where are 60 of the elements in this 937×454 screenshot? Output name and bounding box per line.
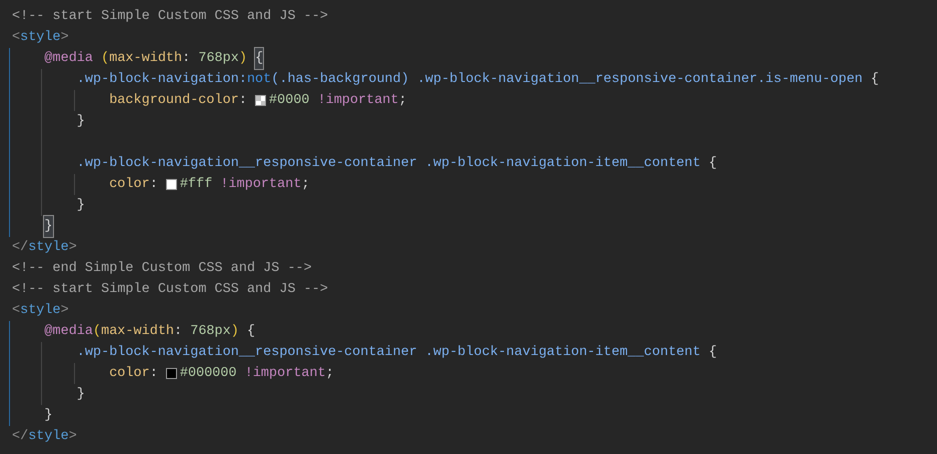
tag-bracket: < — [12, 29, 20, 47]
tag-bracket: > — [60, 302, 69, 320]
css-selector: .wp-block-navigation: — [76, 71, 247, 89]
css-property: max-width — [109, 50, 182, 68]
html-comment: <!-- start Simple Custom CSS and JS --> — [12, 281, 328, 299]
tag-bracket: < — [12, 302, 20, 320]
code-punctuation: : — [150, 176, 159, 194]
curly-brace: } — [44, 216, 52, 237]
code-punctuation: : — [182, 50, 192, 68]
pseudo-class: not — [246, 71, 272, 89]
tag-name: style — [20, 29, 61, 47]
parenthesis: ( — [93, 323, 102, 341]
tag-bracket: > — [68, 239, 77, 257]
curly-brace: { — [870, 71, 879, 89]
curly-brace: { — [708, 344, 717, 362]
html-comment: <!-- end Simple Custom CSS and JS --> — [12, 260, 312, 278]
color-swatch-icon[interactable] — [166, 368, 177, 379]
color-value: #0000 — [269, 92, 311, 110]
css-selector: .wp-block-navigation__responsive-container .wp-block-navigation-item__content — [76, 155, 702, 173]
curly-brace: } — [76, 197, 85, 215]
css-number: 768px — [198, 50, 239, 68]
css-selector: .wp-block-navigation__responsive-container .wp-block-navigation-item__content — [76, 344, 702, 362]
checkered-swatch-icon[interactable] — [255, 95, 266, 106]
parenthesis: ) — [238, 50, 248, 68]
important-keyword: !important — [220, 176, 302, 194]
parenthesis: ( — [101, 50, 110, 68]
tag-bracket: </ — [12, 428, 28, 446]
code-punctuation: : — [150, 365, 159, 383]
code-punctuation: : — [174, 323, 184, 341]
css-property: max-width — [101, 323, 174, 341]
parenthesis: ) — [230, 323, 240, 341]
tag-name: style — [28, 239, 69, 257]
important-keyword: !important — [318, 92, 399, 110]
curly-brace: { — [255, 48, 264, 69]
color-value: #fff — [180, 176, 214, 194]
css-property: background-color — [109, 92, 239, 110]
curly-brace: { — [708, 155, 717, 173]
css-selector: (.has-background) .wp-block-navigation__responsive-container.is-menu-open — [271, 71, 864, 89]
tag-name: style — [28, 428, 69, 446]
color-swatch-icon[interactable] — [166, 179, 177, 190]
css-property: color — [109, 176, 150, 194]
code-punctuation: ; — [326, 365, 334, 383]
code-punctuation: ; — [301, 176, 310, 194]
code-punctuation: : — [238, 92, 248, 110]
curly-brace: } — [76, 386, 85, 404]
curly-brace: } — [76, 113, 85, 131]
at-rule-keyword: @media — [44, 50, 94, 68]
css-property: color — [109, 365, 150, 383]
tag-bracket: </ — [12, 239, 28, 257]
html-comment: <!-- start Simple Custom CSS and JS --> — [12, 8, 328, 26]
tag-name: style — [20, 302, 61, 320]
tag-bracket: > — [60, 29, 69, 47]
css-number: 768px — [190, 323, 231, 341]
curly-brace: { — [246, 323, 256, 341]
at-rule-keyword: @media — [44, 323, 93, 341]
curly-brace: } — [44, 407, 52, 425]
code-punctuation: ; — [398, 92, 407, 110]
color-value: #000000 — [180, 365, 238, 383]
important-keyword: !important — [244, 365, 326, 383]
tag-bracket: > — [68, 428, 77, 446]
